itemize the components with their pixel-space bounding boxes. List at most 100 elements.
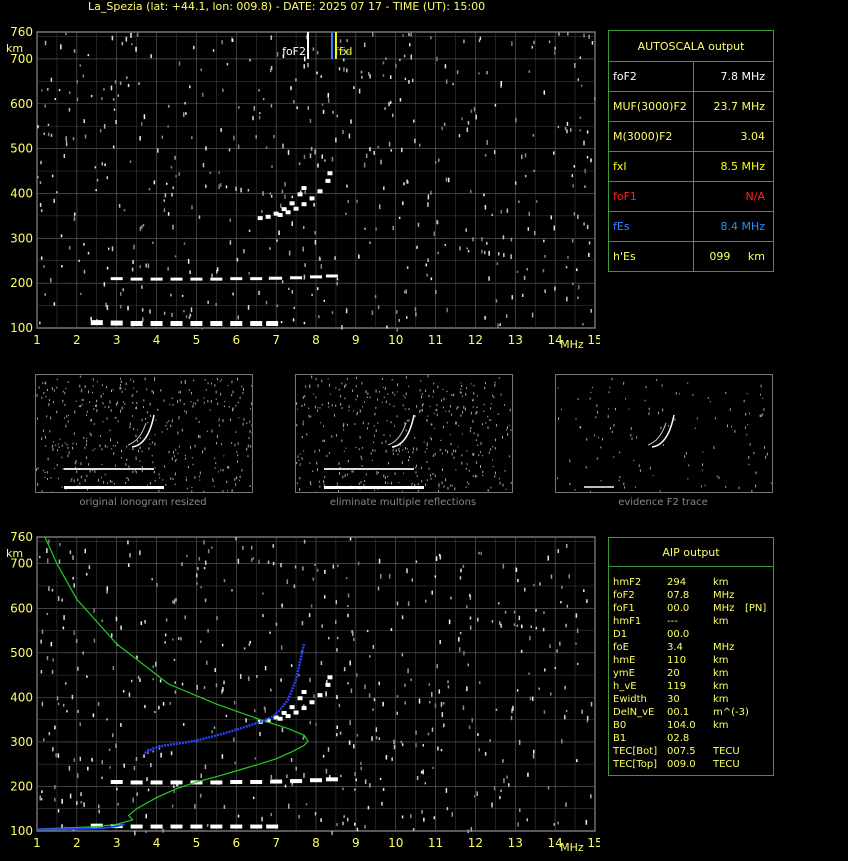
thumb-noise (137, 449, 139, 453)
thumb-noise (473, 453, 475, 456)
thumb-noise (352, 389, 354, 392)
aip-title: AIP output (662, 546, 720, 559)
thumb-noise (490, 448, 492, 451)
noise-speck (303, 539, 306, 544)
noise-speck (120, 723, 122, 727)
echo-trace-point (110, 780, 123, 784)
thumb-noise (305, 385, 307, 388)
thumb-noise (179, 390, 181, 394)
thumb-noise (366, 396, 368, 399)
noise-speck (46, 655, 49, 661)
noise-speck (331, 311, 334, 315)
echo-trace-point (301, 706, 307, 711)
thumb-noise (133, 427, 135, 431)
thumb-noise (185, 476, 187, 478)
noise-speck (82, 651, 84, 655)
noise-speck (237, 558, 240, 564)
thumb-noise (344, 385, 346, 388)
noise-speck (499, 796, 501, 800)
thumb-noise (365, 473, 367, 476)
noise-speck (446, 307, 448, 313)
noise-speck (87, 766, 89, 771)
thumb-noise (194, 444, 196, 448)
aip-param-label: DelN_vE (613, 707, 655, 718)
thumb-noise (183, 403, 185, 406)
noise-speck (231, 589, 233, 592)
thumb-noise (470, 411, 472, 415)
noise-speck (382, 74, 385, 77)
noise-speck (94, 166, 97, 169)
noise-speck (443, 723, 445, 728)
thumb-noise (457, 446, 459, 448)
thumb-noise (432, 396, 434, 398)
noise-speck (258, 559, 260, 565)
thumb-noise (228, 465, 230, 469)
thumb-noise (748, 455, 750, 459)
thumb-noise (132, 401, 134, 404)
thumb-noise (222, 490, 224, 493)
noise-speck (65, 682, 67, 685)
x-tick-label: 5 (193, 836, 201, 850)
x-tick-label: 15 (587, 333, 600, 347)
thumb-noise (419, 389, 421, 392)
noise-speck (200, 773, 202, 779)
noise-speck (46, 558, 49, 564)
autoscala-ionogram-chart: 1 2 3 4 5 6 7 8 9 10 11 12 13 14 151002003004005006007… (6, 25, 600, 351)
thumb-noise (219, 380, 221, 382)
thumb-noise (385, 440, 387, 443)
thumb-noise (443, 397, 445, 401)
x-tick-label: 4 (153, 333, 161, 347)
echo-trace-point (230, 277, 243, 281)
echo-trace-point (110, 320, 123, 326)
noise-speck (549, 644, 551, 649)
thumb-noise (214, 384, 216, 387)
thumb-noise (421, 408, 423, 412)
noise-speck (576, 268, 578, 272)
noise-speck (148, 188, 151, 191)
noise-speck (430, 277, 433, 281)
noise-speck (410, 32, 412, 37)
aip-param-value: 30 (667, 694, 680, 705)
noise-speck (445, 788, 448, 793)
thumb-noise (91, 391, 93, 394)
thumb-noise (119, 386, 121, 390)
thumb-noise (207, 399, 209, 403)
noise-speck (544, 254, 546, 258)
noise-speck (83, 242, 85, 246)
noise-speck (367, 806, 370, 810)
thumb-noise (408, 419, 410, 422)
thumb-noise (398, 447, 400, 451)
thumb-noise (237, 401, 239, 404)
noise-speck (493, 785, 496, 791)
noise-speck (233, 135, 235, 141)
noise-speck (502, 564, 505, 569)
noise-speck (369, 241, 371, 244)
thumb-noise (172, 477, 174, 480)
noise-speck (79, 64, 82, 67)
thumb-noise (485, 422, 487, 424)
noise-speck (566, 121, 569, 126)
noise-speck (127, 83, 130, 88)
thumb-noise (405, 392, 407, 396)
noise-speck (172, 600, 174, 604)
thumb-noise (364, 480, 366, 482)
thumb-noise (171, 397, 173, 400)
noise-speck (73, 630, 75, 636)
thumb-noise (127, 478, 129, 481)
noise-speck (341, 325, 343, 330)
thumb-noise (336, 482, 338, 485)
thumb-noise (755, 484, 757, 488)
noise-speck (39, 202, 42, 207)
noise-speck (258, 116, 261, 120)
aip-param-unit: MHz (713, 603, 735, 614)
thumb-noise (734, 430, 736, 433)
thumb-noise (110, 409, 112, 412)
thumb-noise (687, 382, 689, 384)
thumb-noise (574, 489, 576, 491)
thumb-noise (192, 463, 194, 466)
noise-speck (62, 626, 65, 630)
aip-param-unit: TECU (713, 759, 740, 770)
thumb-noise (62, 468, 64, 470)
thumb-noise (120, 409, 122, 413)
noise-speck (408, 32, 410, 37)
